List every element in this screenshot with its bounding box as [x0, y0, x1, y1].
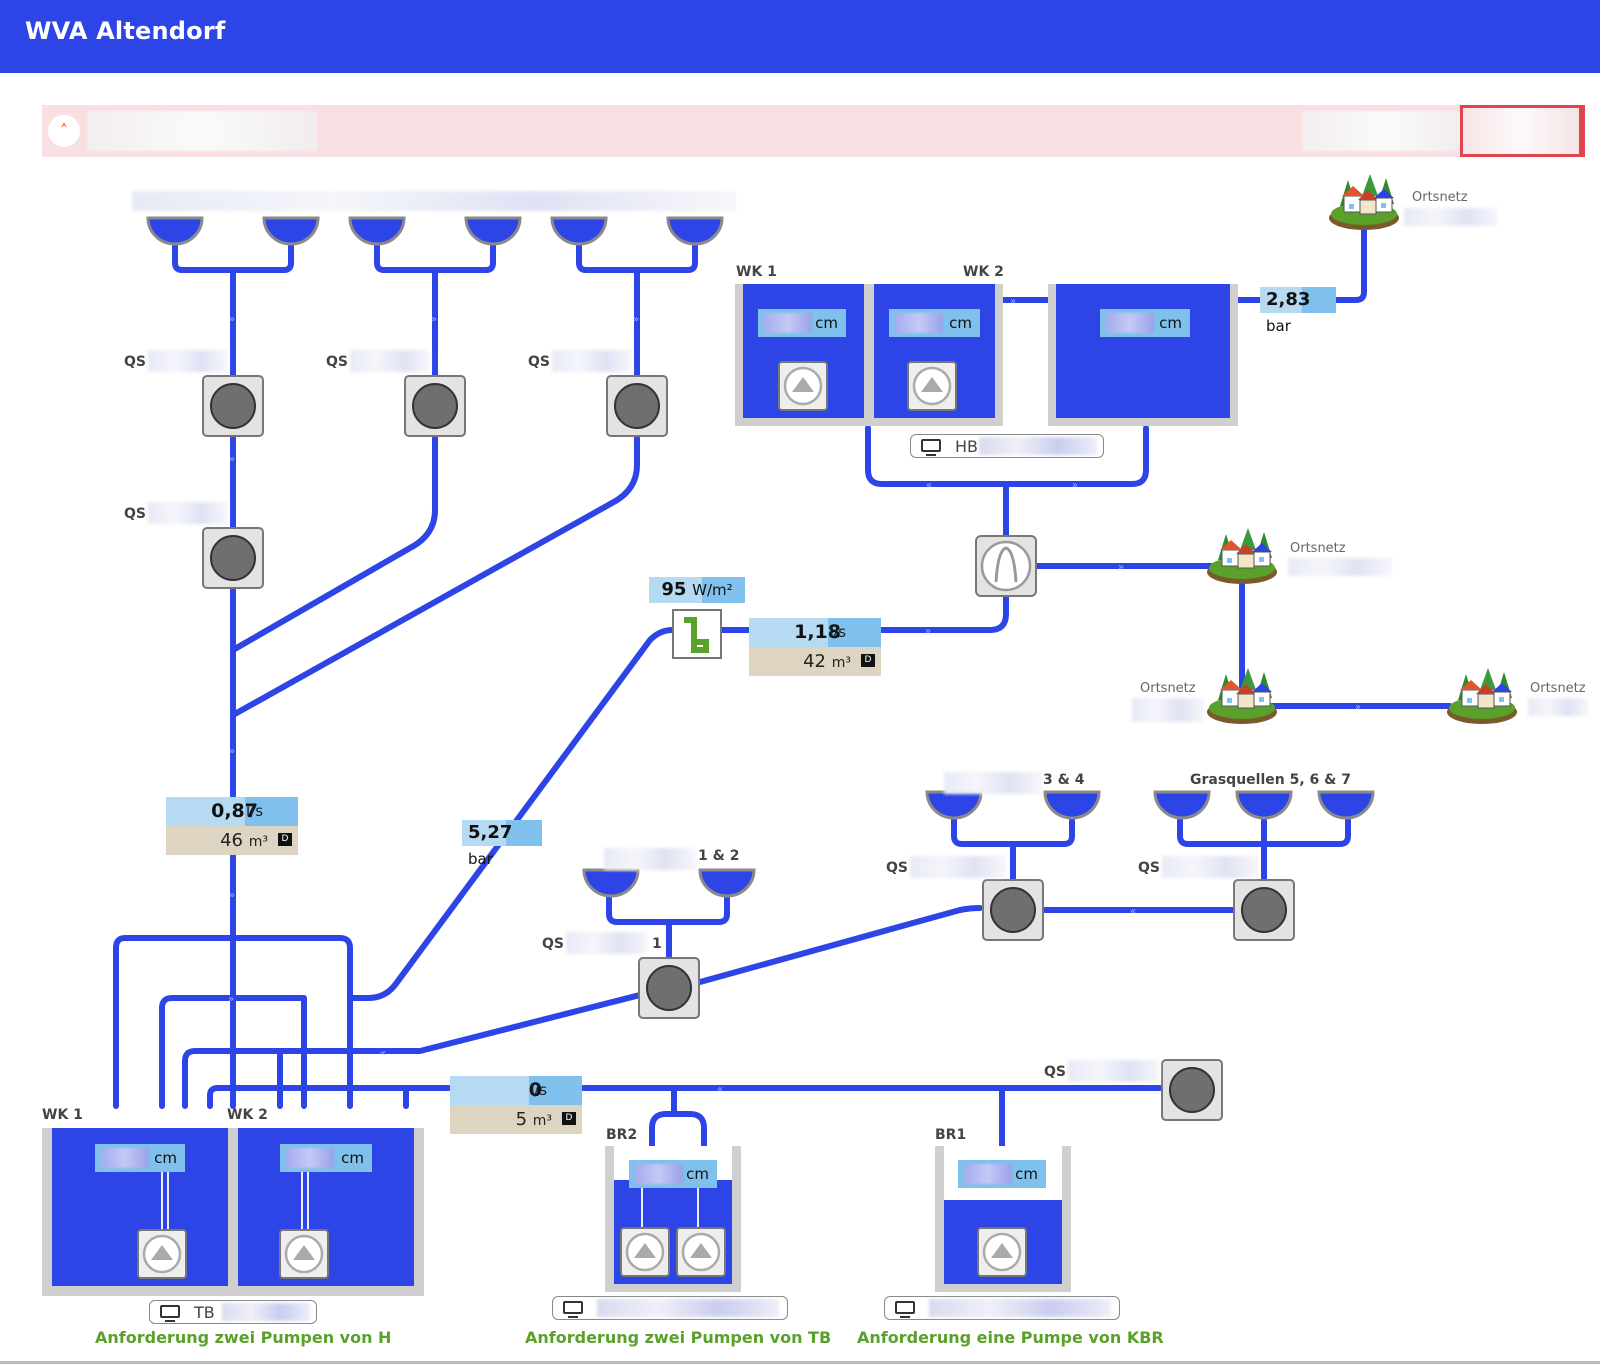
svg-text:»: »	[229, 314, 235, 325]
qs-name-redacted	[148, 502, 228, 524]
svg-text:«: «	[926, 480, 932, 491]
ortsnetz-name-redacted	[1404, 208, 1498, 226]
qs-name-redacted	[566, 932, 648, 954]
svg-text:»: »	[229, 890, 235, 901]
qs-label: QS	[326, 354, 348, 370]
br1-station-pill[interactable]	[884, 1296, 1120, 1320]
svg-text:«: «	[380, 1048, 386, 1059]
qs-label: QS	[1138, 860, 1160, 876]
qs-name-redacted	[1162, 856, 1258, 878]
hb-wk2-label: WK 2	[963, 264, 1004, 280]
grasquellen-label: Grasquellen 5, 6 & 7	[1190, 772, 1351, 788]
pressure-main: 5,27 bar	[462, 820, 542, 868]
hb-pump-station[interactable]	[975, 535, 1037, 597]
ortsnetz-name-redacted	[1288, 558, 1392, 576]
monitor-icon	[160, 1305, 180, 1322]
ortsnetz-label: Ortsnetz	[1290, 541, 1346, 556]
pressure-hb-out: 2,83 bar	[1260, 287, 1336, 335]
ortsnetz-label: Ortsnetz	[1530, 681, 1586, 696]
springs-1-2-label: 1 & 2	[698, 848, 740, 864]
qs-name-redacted	[910, 856, 1006, 878]
qs-label: QS	[124, 354, 146, 370]
svg-text:»: »	[431, 314, 437, 325]
br2-station-pill[interactable]	[552, 1296, 788, 1320]
tb-wk2-label: WK 2	[227, 1107, 268, 1123]
qs-stations[interactable]	[202, 375, 1295, 1121]
meter-tb[interactable]: 0 l/s 5 m³ D	[450, 1076, 582, 1134]
springs-3-4-label: 3 & 4	[1043, 772, 1085, 788]
solar-radiation: 95 W/m²	[649, 577, 745, 603]
monitor-icon	[895, 1301, 915, 1318]
qs-label: QS	[886, 860, 908, 876]
spring-name-redacted	[944, 772, 1042, 794]
meter-qs[interactable]: 0,87 l/s 46 m³ D	[166, 797, 298, 855]
svg-text:»: »	[228, 994, 234, 1005]
meter-hb[interactable]: 1,18 l/s 42 m³ D	[749, 618, 881, 676]
level-hb-wk2: cm	[889, 309, 980, 337]
svg-text:»: »	[229, 746, 235, 757]
svg-text:»: »	[1118, 562, 1124, 573]
level-hb-main: cm	[1100, 309, 1190, 337]
calendar-day-icon: D	[278, 833, 292, 846]
request-middle: Anforderung zwei Pumpen von TB	[525, 1328, 832, 1347]
calendar-day-icon: D	[861, 654, 875, 667]
svg-text:»: »	[925, 626, 931, 637]
qs-label: QS	[124, 506, 146, 522]
svg-text:»: »	[633, 314, 639, 325]
svg-text:»: »	[1355, 702, 1361, 713]
level-br2: cm	[629, 1160, 717, 1188]
qs-name-redacted	[350, 350, 430, 372]
svg-text:»: »	[1010, 296, 1016, 307]
ortsnetz-name-redacted	[1132, 698, 1204, 722]
tb-station-pill[interactable]: TB	[149, 1300, 317, 1324]
svg-text:»: »	[229, 454, 235, 465]
qs-suffix: 1	[652, 936, 662, 952]
hb-wk1-label: WK 1	[736, 264, 777, 280]
request-right: Anforderung eine Pumpe von KBR	[857, 1328, 1164, 1347]
level-tb-wk2: cm	[280, 1144, 372, 1172]
request-left: Anforderung zwei Pumpen von H	[95, 1328, 392, 1347]
level-br1: cm	[958, 1160, 1046, 1188]
qs-name-redacted	[1068, 1060, 1160, 1082]
hb-station-pill[interactable]: HB	[910, 434, 1104, 458]
qs-label: QS	[528, 354, 550, 370]
tb-wk1-label: WK 1	[42, 1107, 83, 1123]
svg-text:»: »	[1072, 480, 1078, 491]
qs-name-redacted	[552, 350, 632, 372]
calendar-day-icon: D	[562, 1112, 576, 1125]
svg-text:«: «	[1130, 906, 1136, 917]
br1-label: BR1	[935, 1127, 967, 1143]
ortsnetz-label: Ortsnetz	[1140, 681, 1196, 696]
monitor-icon	[921, 439, 941, 456]
svg-text:«: «	[717, 1084, 723, 1095]
level-tb-wk1: cm	[95, 1144, 185, 1172]
qs-label: QS	[1044, 1064, 1066, 1080]
spring-name-redacted	[604, 848, 696, 870]
spring-group-top	[146, 216, 724, 246]
ortsnetz-label: Ortsnetz	[1412, 190, 1468, 205]
br2-label: BR2	[606, 1127, 638, 1143]
spring-group-title-redacted	[132, 191, 736, 211]
monitor-icon	[563, 1301, 583, 1318]
qs-label: QS	[542, 936, 564, 952]
solar-sensor[interactable]	[672, 609, 722, 659]
level-hb-wk1: cm	[758, 309, 846, 337]
qs-name-redacted	[148, 350, 228, 372]
ortsnetz-name-redacted	[1528, 698, 1588, 716]
